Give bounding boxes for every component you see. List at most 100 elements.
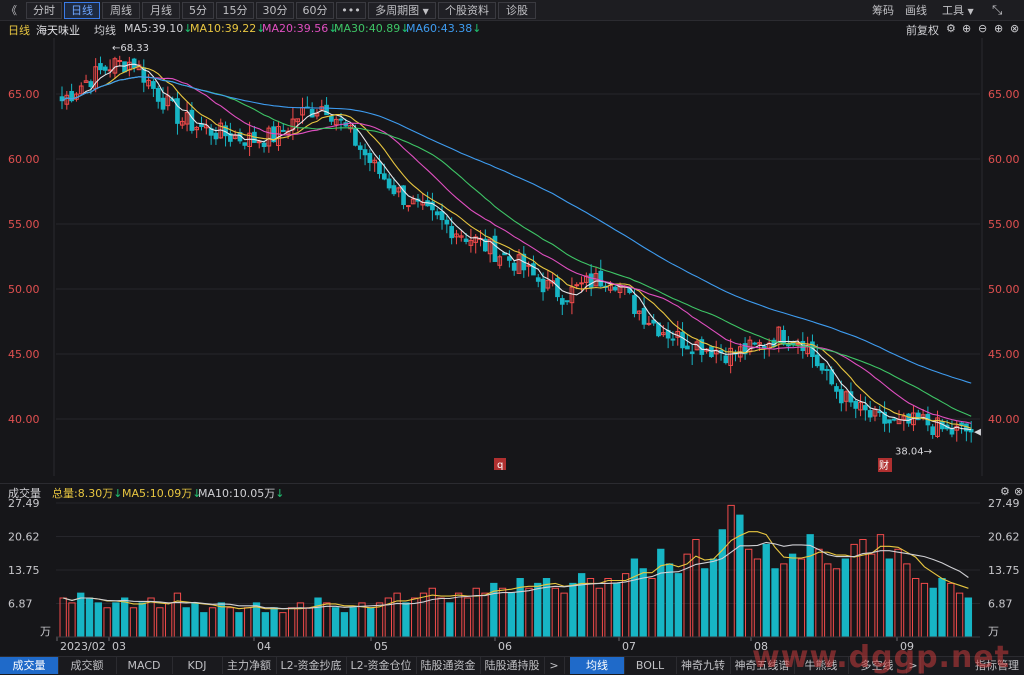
more-periods-button[interactable]: ••• [336,2,366,19]
candle [434,211,440,216]
candle [367,152,373,163]
tab-kdj[interactable]: KDJ [172,657,223,674]
volume-bar [657,548,665,638]
volume-bar [560,592,568,638]
period-tab-weekly[interactable]: 周线 [102,2,140,19]
ma5-line [61,63,972,431]
tab-volume[interactable]: 成交量 [0,657,59,674]
candle [723,355,729,364]
volume-bar [112,602,120,638]
candle [122,61,127,73]
close-icon[interactable]: ⊗ [1010,22,1019,35]
y-axis-label-right: 40.00 [988,413,1020,426]
volume-bar [235,612,243,638]
chips-button[interactable]: 筹码 [872,3,894,18]
period-tab-monthly[interactable]: 月线 [142,2,180,19]
candle [102,66,108,71]
tab-l2-bottom[interactable]: L2-资金抄底 [276,657,347,674]
period-tab-15min[interactable]: 15分 [216,2,254,19]
tab-hk-flow[interactable]: 陆股通资金 [416,657,481,674]
zoom-in-icon[interactable]: ⊕ [962,22,971,35]
candle [689,351,695,355]
volume-bar [604,578,612,638]
volume-bar [762,543,770,638]
multi-period-label: 多周期图 [375,4,420,17]
volume-bar [885,558,893,638]
volume-axis-label-right: 13.75 [988,564,1020,577]
volume-bar [753,558,762,638]
candle [213,132,219,140]
candle [641,307,647,325]
volume-bar [709,558,718,638]
volume-bar [824,563,832,638]
tab-hk-holding[interactable]: 陆股通持股 [480,657,545,674]
tools-dropdown[interactable]: 工具 ▼ [942,3,974,18]
volume-bar [718,529,726,638]
volume-bar [261,612,269,638]
arrow-down-icon: ↓ [472,22,482,35]
volume-bar [648,578,656,638]
candle [131,58,137,69]
period-tab-30min[interactable]: 30分 [256,2,294,19]
price-chart[interactable]: 65.00 65.00 60.00 60.00 55.00 55.00 50.00 50.00… [0,38,1024,478]
volume-unit-label: 万 [988,625,999,638]
volume-bar [569,582,577,638]
settings-gear-icon[interactable]: ⚙ [1000,485,1010,498]
zoom-out-icon[interactable]: ⊖ [978,22,987,35]
volume-bar [208,607,217,638]
tab-main-net[interactable]: 主力净额 [222,657,277,674]
candle [574,284,580,287]
period-tab-intraday[interactable]: 分时 [26,2,62,19]
adjust-mode-label[interactable]: 前复权 [906,22,939,38]
candle [406,205,411,208]
volume-bar [692,539,700,638]
period-tab-5min[interactable]: 5分 [182,2,214,19]
candle [540,278,546,293]
volume-bar [226,607,234,638]
volume-bar [534,582,542,638]
collapse-left-icon[interactable]: 《 [6,3,17,18]
volume-bar [358,602,366,638]
volume-bar [446,602,454,638]
expand-icon[interactable]: ⊕ [994,22,1003,35]
candle [155,87,161,102]
candle [280,129,286,132]
diagnose-button[interactable]: 诊股 [498,2,536,19]
volume-bar [314,597,322,638]
volume-bar [780,563,788,638]
tab-turnover[interactable]: 成交额 [58,657,117,674]
volume-bar [876,534,885,638]
candle [824,368,830,371]
close-icon[interactable]: ⊗ [1014,485,1023,498]
volume-bar [806,534,814,638]
volume-ma10-line [63,541,969,610]
tab-ma-lines[interactable]: 均线 [570,657,625,674]
volume-bar [393,592,401,638]
caret-down-icon: ▼ [967,7,974,16]
stock-info-button[interactable]: 个股资料 [438,2,496,19]
volume-bar [419,592,428,638]
candle [867,410,873,418]
volume-bar [288,607,296,638]
volume-bar [788,553,797,638]
tab-macd[interactable]: MACD [116,657,173,674]
tabs-scroll-right-icon[interactable]: > [544,657,565,674]
draw-line-button[interactable]: 画线 [905,3,927,18]
multi-period-dropdown[interactable]: 多周期图 ▼ [368,2,436,19]
candle [579,282,584,285]
avg-line-label[interactable]: 均线 [94,22,116,38]
period-tab-daily[interactable]: 日线 [64,2,100,19]
candle [752,342,758,345]
volume-chart[interactable]: 27.49 27.49 20.62 20.62 13.75 13.75 6.87 6.87 万 万… [0,499,1024,656]
candle [357,145,363,150]
x-axis-label: 07 [622,640,636,653]
tab-boll[interactable]: BOLL [624,657,677,674]
period-tab-60min[interactable]: 60分 [296,2,334,19]
settings-gear-icon[interactable]: ⚙ [946,22,956,35]
fullscreen-icon[interactable]: ⤡ [992,3,1002,18]
volume-bar [938,578,946,638]
period-label: 日线 [8,24,30,37]
tab-magic-nine[interactable]: 神奇九转 [676,657,731,674]
volume-bar [252,602,261,638]
tab-l2-position[interactable]: L2-资金仓位 [346,657,417,674]
